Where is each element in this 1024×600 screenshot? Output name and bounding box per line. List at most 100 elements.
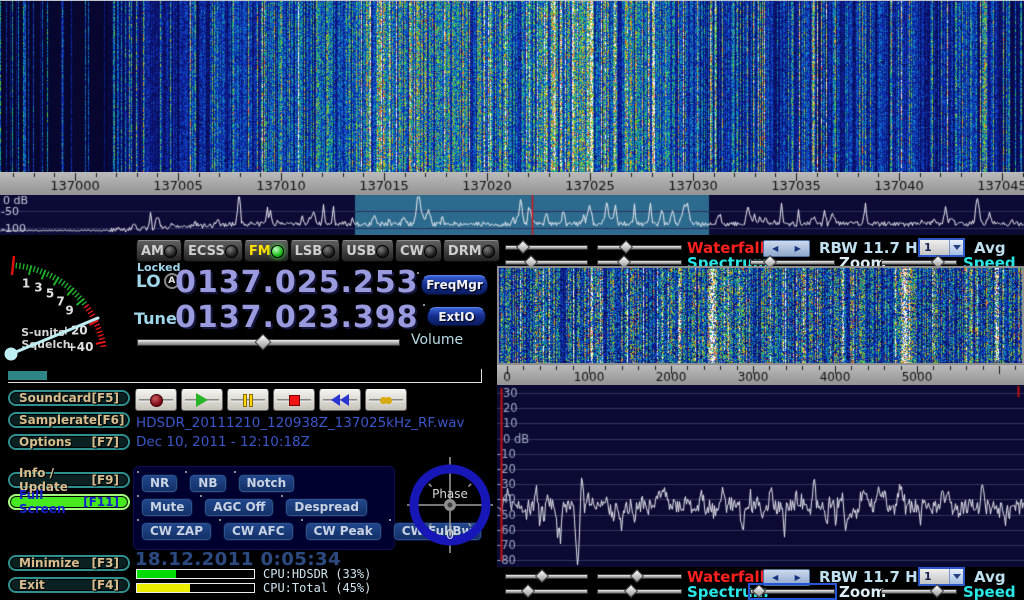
phase-dial[interactable]: Phase 0 [404,452,496,554]
mode-button-row: AM ECSSFMLSB USB CW DRM [136,240,493,262]
dsp-button-cw-zap[interactable]: CW ZAP [141,522,212,541]
main-waterfall-display[interactable] [0,1,1024,172]
spectrum-contrast-slider-track[interactable] [597,260,682,265]
play-button[interactable] [181,389,223,411]
speed-slider-thumb[interactable] [930,584,944,598]
spectrum-brightness-slider-thumb[interactable] [521,584,535,598]
dsp-button-agc-off[interactable]: AGC Off [204,498,274,517]
avg-select-arrow-button[interactable] [949,240,963,255]
extio-button[interactable]: ExtIO [427,307,486,326]
spectrum-contrast-slider-thumb[interactable] [624,584,638,598]
side-button-fkey: [F3] [91,556,119,570]
side-button-samplerate[interactable]: Samplerate[F6] [8,412,130,428]
svg-text:5: 5 [46,287,54,301]
side-button-soundcard[interactable]: Soundcard[F5] [8,390,130,406]
side-button-full-screen[interactable]: Full Screen[F11] [8,494,130,510]
loop-button[interactable] [365,389,407,411]
dsp-button-nr[interactable]: NR [141,474,178,493]
waterfall-brightness-slider-thumb[interactable] [535,569,549,583]
side-button-exit[interactable]: Exit[F4] [8,577,130,593]
squelch-level-bar[interactable] [8,371,47,380]
mode-button-label: AM [141,244,164,259]
rbw-increase-button[interactable]: ▶ [795,573,801,582]
waterfall-contrast-slider[interactable] [597,570,682,583]
mode-button-ecss[interactable]: ECSS [183,240,243,262]
dsp-button-cw-afc[interactable]: CW AFC [223,522,294,541]
volume-label: Volume [411,332,463,348]
rbw-decrease-button[interactable]: ◀ [772,573,778,582]
panel-divider-corner [481,369,482,383]
cpu-meters: CPU:HDSDR (33%)CPU:Total (45%) [136,569,516,597]
waterfall-brightness-slider[interactable] [505,241,588,254]
mode-button-label: USB [346,244,376,259]
avg-select[interactable]: 1 [918,238,965,257]
side-button-label: Full Screen [19,488,83,516]
right-controls-bottom: Waterfall◀▶RBW 11.7 Hz1AvgSpectrumZoomSp… [497,567,1024,599]
dsp-row: NR NB Notch [141,474,295,493]
playback-controls [135,389,407,411]
lo-frequency-display[interactable]: 0137.025.253 [175,268,419,298]
side-button-label: Samplerate [19,413,97,427]
tune-frequency-display[interactable]: 0137.023.398 [175,303,419,333]
volume-slider-thumb[interactable] [255,334,272,351]
zoom-slider[interactable] [750,585,835,598]
side-button-options[interactable]: Options[F7] [8,434,130,450]
rbw-decrease-button[interactable]: ◀ [772,244,778,253]
zoom-frequency-scale[interactable] [497,365,1024,385]
waterfall-contrast-slider[interactable] [597,241,682,254]
waterfall-contrast-slider-thumb[interactable] [630,569,644,583]
rbw-increase-button[interactable]: ▶ [795,244,801,253]
zoom-waterfall-display[interactable] [499,268,1022,363]
speed-slider[interactable] [881,585,957,598]
mode-button-usb[interactable]: USB [341,240,394,262]
zoom-spectrum-display[interactable] [497,385,1024,567]
volume-slider[interactable] [137,335,400,349]
rewind-button[interactable] [319,389,361,411]
zoom-slider-thumb[interactable] [752,584,766,598]
side-button-minimize[interactable]: Minimize [F3] [8,555,130,571]
mode-button-am[interactable]: AM [136,240,182,262]
avg-select[interactable]: 1 [918,567,965,586]
mode-button-drm[interactable]: DRM [443,240,500,262]
dsp-button-nb[interactable]: NB [189,474,226,493]
dsp-button-mute[interactable]: Mute [141,498,193,517]
speed-slider-track[interactable] [881,589,957,594]
waterfall-brightness-slider-thumb[interactable] [516,240,530,254]
speed-label: Speed [963,583,1016,600]
panel-divider [8,382,482,383]
waterfall-brightness-slider[interactable] [505,570,588,583]
spectrum-brightness-slider-track[interactable] [505,260,588,265]
stop-button[interactable] [273,389,315,411]
spectrum-brightness-slider[interactable] [505,585,588,598]
hdsdr-window: 13579+20+40S-unitsSquelch Soundcard[F5]S… [0,0,1024,600]
dsp-button-cw-peak[interactable]: CW Peak [305,522,382,541]
speed-slider-track[interactable] [881,260,957,265]
avg-select-arrow-button[interactable] [949,569,963,584]
recording-filename: HDSDR_20111210_120938Z_137025kHz_RF.wav [136,415,465,431]
side-button-fkey: [F6] [97,413,125,427]
pause-icon [242,394,254,407]
pause-button[interactable] [227,389,269,411]
waterfall-contrast-slider-thumb[interactable] [619,240,633,254]
lo-label: LO [136,272,161,292]
side-button-label: Minimize [19,556,79,570]
spectrum-contrast-slider[interactable] [597,585,682,598]
spectrum-brightness-slider-track[interactable] [505,589,588,594]
rbw-stepper[interactable]: ◀▶ [763,569,810,586]
mode-button-cw[interactable]: CW [395,240,442,262]
main-spectrum-display[interactable] [0,195,1024,235]
side-button-fkey: [F5] [91,391,119,405]
mode-button-label: DRM [448,244,482,259]
main-frequency-scale[interactable] [0,172,1024,195]
record-button[interactable] [135,389,177,411]
dsp-button-panel: NR NB Notch Mute AGC Off Despread CW ZAP CW AFC… [133,466,395,550]
tune-label: Tune [134,309,177,328]
side-button-info-update[interactable]: Info / Update[F9] [8,472,130,488]
mode-button-fm[interactable]: FM [244,240,289,262]
spectrum-contrast-slider-track[interactable] [597,589,682,594]
waterfall-contrast-slider-track[interactable] [597,245,682,250]
freqmgr-button[interactable]: FreqMgr [421,275,488,295]
dsp-button-despread[interactable]: Despread [285,498,368,517]
mode-button-lsb[interactable]: LSB [290,240,341,262]
dsp-button-notch[interactable]: Notch [238,474,296,493]
